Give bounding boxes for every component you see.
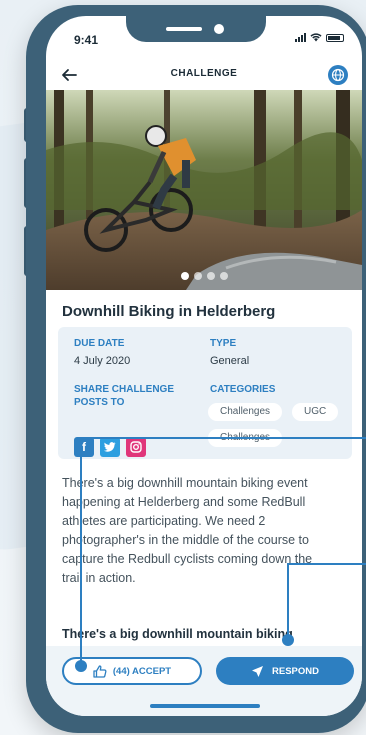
globe-icon[interactable] [328, 65, 348, 85]
carousel-dot[interactable] [193, 272, 202, 280]
signal-icon [295, 33, 306, 42]
home-indicator [150, 704, 260, 708]
annotation-dot [75, 660, 87, 672]
speaker [166, 27, 202, 31]
type-label: TYPE [210, 338, 237, 349]
category-chip[interactable]: UGC [292, 403, 339, 421]
challenge-info-card: DUE DATE 4 July 2020 TYPE General SHARE … [58, 327, 352, 459]
instagram-icon[interactable] [126, 437, 146, 457]
accept-label: (44) ACCEPT [112, 665, 172, 677]
challenge-title: Downhill Biking in Helderberg [62, 303, 276, 320]
send-icon [252, 665, 263, 677]
due-date-label: DUE DATE [74, 338, 125, 349]
status-icons [295, 33, 344, 42]
social-share-buttons: f [74, 437, 146, 457]
description-subheading: There's a big downhill mountain biking [62, 627, 293, 641]
page-title: CHALLENGE [170, 68, 238, 79]
action-bar: (44) ACCEPT RESPOND [46, 646, 362, 716]
categories-label: CATEGORIES [210, 384, 276, 395]
carousel-dots [46, 272, 362, 280]
wifi-icon [310, 33, 322, 42]
camera [214, 24, 224, 34]
annotation-line [287, 563, 366, 565]
phone-screen: 9:41 CHALLENGE Downhill Biking in Helder… [46, 16, 362, 716]
status-time: 9:41 [74, 33, 99, 47]
respond-label: RESPOND [272, 665, 319, 677]
category-chip[interactable]: Challenges [208, 403, 283, 421]
annotation-line [287, 563, 289, 638]
facebook-icon[interactable]: f [74, 437, 94, 457]
type-value: General [210, 355, 250, 367]
twitter-icon[interactable] [100, 437, 120, 457]
status-bar: 9:41 [46, 16, 362, 60]
thumbs-up-icon [93, 664, 107, 678]
carousel-dot[interactable] [206, 272, 215, 280]
annotation-dot [282, 634, 294, 646]
app-header: CHALLENGE [46, 60, 362, 90]
due-date-value: 4 July 2020 [74, 355, 131, 367]
share-label: SHARE CHALLENGE POSTS TO [74, 384, 175, 408]
challenge-description: There's a big downhill mountain biking e… [62, 476, 313, 585]
notch [126, 16, 266, 42]
mountain-biker-photo [46, 90, 362, 290]
annotation-line [80, 437, 82, 665]
carousel-dot[interactable] [219, 272, 228, 280]
battery-icon [326, 33, 344, 42]
respond-button[interactable]: RESPOND [216, 657, 354, 685]
hero-image-carousel[interactable] [46, 90, 362, 290]
annotation-line [80, 437, 366, 439]
carousel-dot[interactable] [180, 272, 189, 280]
